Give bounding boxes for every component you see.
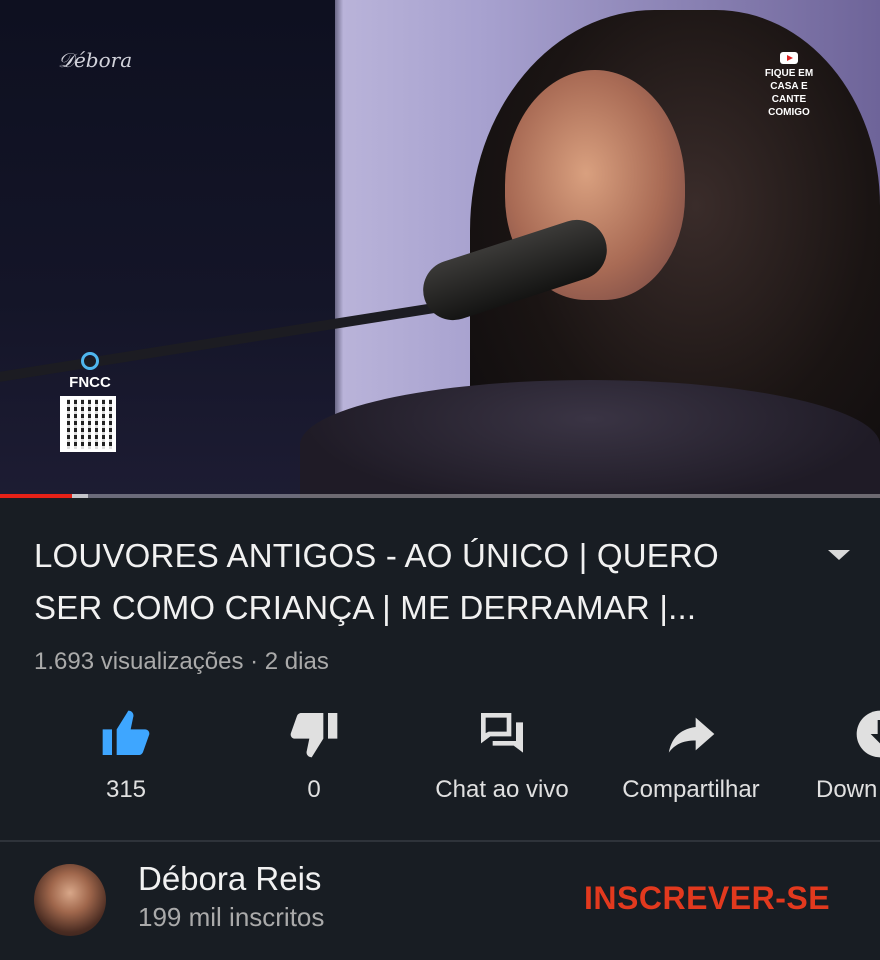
subscriber-count: 199 mil inscritos (138, 902, 325, 932)
video-player[interactable]: 𝒟ébora FIQUE EM CASA E CANTE COMIGO FNCC (0, 0, 880, 498)
video-title[interactable]: LOUVORES ANTIGOS - AO ÚNICO | QUERO SER … (34, 530, 794, 634)
expand-description-chevron-icon[interactable] (828, 550, 850, 560)
singer-image-body (300, 380, 880, 498)
share-button[interactable]: Compartilhar (606, 706, 776, 804)
video-meta: 1.693 visualizações · 2 dias (34, 648, 329, 675)
channel-avatar[interactable] (34, 864, 106, 936)
like-count: 315 (105, 776, 147, 803)
sponsor-label: FNCC (69, 374, 111, 391)
video-title-line-1: LOUVORES ANTIGOS - AO ÚNICO | QUERO (34, 537, 719, 574)
sponsor-logo: FNCC (62, 352, 118, 391)
sponsor-emblem-icon (81, 352, 99, 370)
channel-watermark-logo: 𝒟ébora (58, 48, 133, 72)
live-chat-button[interactable]: Chat ao vivo (422, 706, 582, 804)
download-icon (856, 710, 880, 758)
download-button[interactable]: Down (814, 706, 880, 804)
subscribe-button[interactable]: INSCREVER-SE (584, 880, 830, 917)
thumbs-down-icon (290, 713, 338, 758)
action-bar: 315 0 Chat ao vivo Compartilhar Down (0, 706, 880, 826)
overlay-badge-text: FIQUE EM CASA E CANTE COMIGO (764, 68, 814, 118)
like-button[interactable]: 315 (86, 706, 166, 804)
thumbs-up-icon (102, 710, 150, 755)
overlay-badge: FIQUE EM CASA E CANTE COMIGO (758, 52, 820, 119)
qr-code-icon (60, 396, 116, 452)
dislike-button[interactable]: 0 (274, 706, 354, 804)
stage-background (0, 0, 335, 498)
channel-name[interactable]: Débora Reis (138, 860, 321, 898)
share-icon (668, 717, 715, 753)
progress-played (0, 494, 73, 498)
share-label: Compartilhar (622, 776, 760, 803)
video-title-line-2: SER COMO CRIANÇA | ME DERRAMAR |... (34, 589, 697, 626)
youtube-icon (780, 52, 798, 64)
download-label: Down (816, 776, 878, 803)
dislike-count: 0 (307, 776, 321, 803)
section-divider (0, 840, 880, 842)
progress-bar[interactable] (0, 494, 880, 498)
live-chat-label: Chat ao vivo (435, 776, 569, 803)
chat-icon (481, 713, 523, 753)
